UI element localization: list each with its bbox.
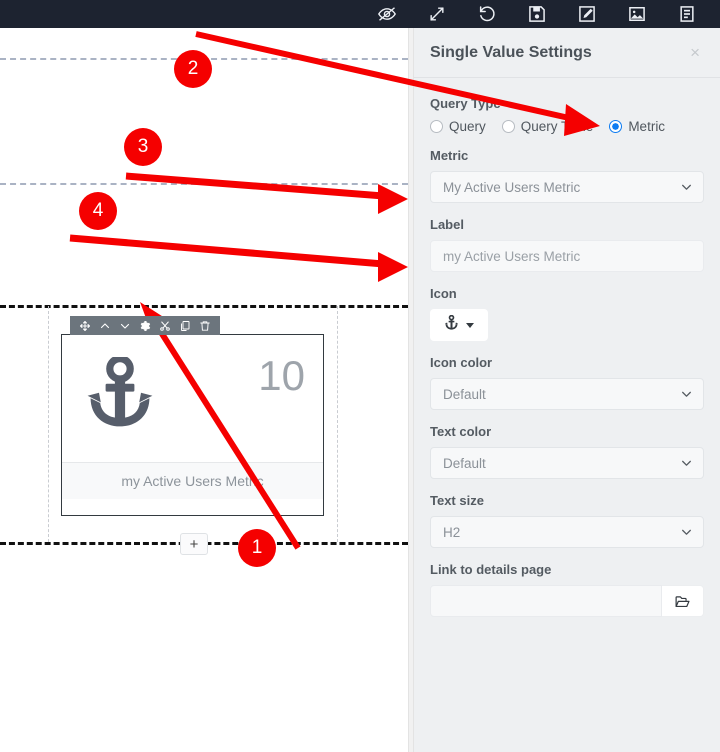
chevron-down-icon [680, 181, 693, 194]
widget-label: my Active Users Metric [62, 463, 323, 499]
label-input[interactable]: my Active Users Metric [430, 240, 704, 272]
query-type-label: Query Type [430, 96, 501, 111]
link-details-label: Link to details page [430, 562, 552, 577]
radio-query-dot[interactable] [430, 120, 443, 133]
eye-slash-icon[interactable] [370, 1, 404, 27]
text-size-label: Text size [430, 493, 484, 508]
chevron-down-icon [680, 388, 693, 401]
chevron-up-icon[interactable] [95, 316, 115, 335]
anchor-icon [84, 354, 156, 440]
radio-query[interactable]: Query [430, 119, 486, 134]
save-icon[interactable] [520, 1, 554, 27]
guide-line-top [0, 58, 408, 60]
scissors-icon[interactable] [155, 316, 175, 335]
radio-metric-dot[interactable] [609, 120, 623, 133]
text-size-select[interactable]: H2 [430, 516, 704, 548]
anchor-icon [444, 314, 459, 335]
panel-header: Single Value Settings × [414, 28, 720, 78]
text-size-value: H2 [443, 524, 461, 540]
gear-icon[interactable] [135, 316, 155, 335]
link-details-group [430, 585, 704, 617]
icon-color-select[interactable]: Default [430, 378, 704, 410]
chevron-down-icon [680, 526, 693, 539]
text-color-select[interactable]: Default [430, 447, 704, 479]
metric-select[interactable]: My Active Users Metric [430, 171, 704, 203]
widget-toolbar [70, 316, 220, 335]
chevron-down-icon [680, 457, 693, 470]
folder-open-icon[interactable] [662, 585, 704, 617]
widget-value: 10 [258, 352, 305, 399]
label-field-label: Label [430, 217, 464, 232]
widget-card[interactable]: 10 my Active Users Metric [61, 334, 324, 516]
radio-query-table-label: Query Table [520, 119, 594, 134]
single-value-settings-panel: Single Value Settings × Query Type Query… [414, 28, 720, 752]
copy-icon[interactable] [175, 316, 195, 335]
single-value-widget[interactable]: 10 my Active Users Metric [61, 308, 324, 516]
trash-icon[interactable] [195, 316, 215, 335]
undo-icon[interactable] [470, 1, 504, 27]
text-color-value: Default [443, 455, 486, 471]
caret-down-icon [466, 322, 474, 328]
query-type-radio-group: Query Query Table Metric [430, 119, 704, 134]
panel-body: Query Type Query Query Table Metric Metr… [414, 78, 720, 637]
icon-field-label: Icon [430, 286, 457, 301]
metric-select-value: My Active Users Metric [443, 179, 581, 195]
add-widget-button[interactable]: + [180, 533, 208, 555]
metric-label: Metric [430, 148, 469, 163]
expand-arrows-icon[interactable] [420, 1, 454, 27]
document-icon[interactable] [670, 1, 704, 27]
dashboard-canvas[interactable]: 10 my Active Users Metric + [0, 28, 408, 752]
link-details-input[interactable] [430, 585, 662, 617]
chevron-down-icon[interactable] [115, 316, 135, 335]
widget-body: 10 [62, 335, 323, 463]
label-input-value: my Active Users Metric [443, 248, 581, 264]
radio-query-table[interactable]: Query Table [501, 119, 594, 134]
radio-query-table-dot[interactable] [501, 120, 515, 133]
panel-title: Single Value Settings [430, 43, 592, 61]
icon-picker-button[interactable] [430, 309, 488, 341]
text-color-label: Text color [430, 424, 492, 439]
move-icon[interactable] [75, 316, 95, 335]
guide-line-middle [0, 183, 408, 185]
radio-metric-label: Metric [628, 119, 666, 134]
widget-footer [62, 499, 323, 515]
edit-pencil-icon[interactable] [570, 1, 604, 27]
radio-metric[interactable]: Metric [609, 119, 665, 134]
icon-color-label: Icon color [430, 355, 493, 370]
radio-query-label: Query [449, 119, 486, 134]
image-icon[interactable] [620, 1, 654, 27]
top-toolbar [0, 0, 720, 28]
close-icon[interactable]: × [686, 42, 704, 63]
icon-color-value: Default [443, 386, 486, 402]
